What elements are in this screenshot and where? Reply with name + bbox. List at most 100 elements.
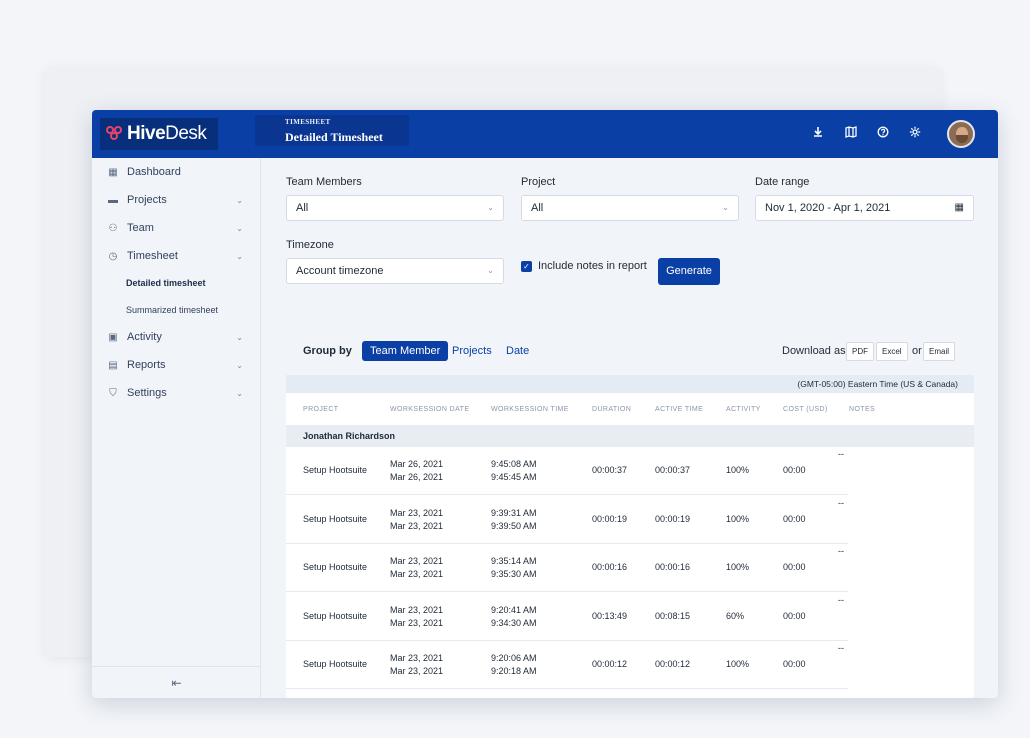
cell-date: Mar 23, 2021 Mar 23, 2021 bbox=[390, 604, 443, 630]
page-header: TIMESHEET Detailed Timesheet bbox=[255, 115, 409, 146]
sidebar-item-reports[interactable]: ▤ Reports ⌄ bbox=[92, 354, 261, 376]
sidebar-item-dashboard[interactable]: ▦ Dashboard bbox=[92, 161, 261, 183]
settings-icon[interactable] bbox=[908, 126, 922, 140]
cell-line: 9:35:14 AM bbox=[491, 556, 537, 566]
cell-line: 9:39:50 AM bbox=[491, 520, 537, 531]
column-header-worksession-date[interactable]: WORKSESSION DATE bbox=[390, 406, 469, 413]
sidebar-item-label: Settings bbox=[127, 387, 167, 399]
sidebar-subitem-summarized-timesheet[interactable]: Summarized timesheet bbox=[126, 305, 218, 315]
column-header-active-time[interactable]: ACTIVE TIME bbox=[655, 406, 703, 413]
cell-duration: 00:00:16 bbox=[592, 562, 628, 572]
column-header-notes[interactable]: NOTES bbox=[849, 406, 875, 413]
sidebar-item-label: Dashboard bbox=[127, 166, 181, 178]
download-excel-button[interactable]: Excel bbox=[876, 342, 908, 361]
cell-project: Setup Hootsuite bbox=[303, 610, 368, 621]
project-label: Project bbox=[521, 176, 556, 188]
cell-duration: 00:00:19 bbox=[592, 513, 628, 524]
top-bar: HiveDesk TIMESHEET Detailed Timesheet bbox=[92, 110, 998, 158]
collapse-icon: ⇤ bbox=[171, 676, 182, 690]
sidebar-item-projects[interactable]: ▬ Projects ⌄ bbox=[92, 189, 261, 211]
date-range-label: Date range bbox=[755, 176, 810, 188]
cell-active: 00:00:37 bbox=[655, 465, 691, 475]
dashboard-icon: ▦ bbox=[108, 166, 118, 178]
column-header-project[interactable]: PROJECT bbox=[303, 406, 338, 413]
sidebar-item-timesheet[interactable]: ◷ Timesheet ⌄ bbox=[92, 245, 261, 267]
chevron-up-icon: ⌄ bbox=[236, 251, 243, 261]
cell-project: Setup Hootsuite bbox=[303, 659, 368, 669]
reports-icon: ▤ bbox=[108, 359, 118, 371]
cell-duration: 00:00:37 bbox=[592, 465, 628, 475]
help-icon[interactable] bbox=[876, 126, 890, 140]
include-notes-label: Include notes in report bbox=[538, 260, 647, 272]
cell-cost: 00:00 bbox=[783, 659, 806, 669]
sidebar-item-label: Projects bbox=[127, 194, 167, 206]
chevron-down-icon: ⌄ bbox=[487, 203, 494, 212]
sidebar-item-settings[interactable]: ⛉ Settings ⌄ bbox=[92, 382, 261, 404]
timezone-value: Account timezone bbox=[296, 265, 384, 277]
cell-project: Setup Hootsuite bbox=[303, 465, 368, 475]
download-icon[interactable] bbox=[811, 126, 825, 140]
team-members-select[interactable]: All ⌄ bbox=[286, 195, 504, 221]
cell-time: 9:20:41 AM 9:34:30 AM bbox=[491, 604, 537, 630]
shield-icon: ⛉ bbox=[109, 387, 117, 399]
cell-line: Mar 23, 2021 bbox=[390, 617, 444, 628]
date-range-input[interactable]: Nov 1, 2020 - Apr 1, 2021 ▦ bbox=[755, 195, 974, 221]
cell-notes: -- bbox=[838, 594, 844, 605]
group-by-date-tab[interactable]: Date bbox=[506, 341, 529, 361]
table-row[interactable]: Setup Hootsuite Mar 23, 2021 Mar 23, 2021 9… bbox=[286, 641, 848, 689]
table-row[interactable]: Setup Hootsuite Mar 23, 2021 Mar 23, 2021 9… bbox=[286, 593, 848, 641]
avatar[interactable] bbox=[947, 120, 975, 148]
cell-date: Mar 23, 2021 Mar 23, 2021 bbox=[390, 555, 443, 581]
activity-icon: ▣ bbox=[108, 331, 118, 343]
cell-active: 00:00:19 bbox=[655, 513, 691, 524]
timezone-label: Timezone bbox=[286, 239, 334, 251]
sidebar-item-activity[interactable]: ▣ Activity ⌄ bbox=[92, 326, 261, 348]
download-pdf-button[interactable]: PDF bbox=[846, 342, 874, 361]
sidebar-item-team[interactable]: ⚇ Team ⌄ bbox=[92, 217, 261, 239]
cell-project: Setup Hootsuite bbox=[303, 513, 368, 524]
column-header-activity[interactable]: ACTIVITY bbox=[726, 406, 761, 413]
or-label: or bbox=[912, 345, 922, 357]
cell-line: Mar 23, 2021 bbox=[390, 556, 444, 566]
generate-button[interactable]: Generate bbox=[658, 258, 720, 285]
team-members-value: All bbox=[296, 202, 309, 214]
cell-notes: -- bbox=[838, 546, 844, 556]
map-icon[interactable] bbox=[844, 126, 858, 140]
column-header-cost[interactable]: COST (USD) bbox=[783, 406, 828, 413]
table-row[interactable]: Setup Hootsuite Mar 23, 2021 Mar 23, 2021 9… bbox=[286, 496, 848, 544]
cell-line: Mar 23, 2021 bbox=[390, 507, 444, 518]
email-button[interactable]: Email bbox=[923, 342, 956, 361]
cell-notes: -- bbox=[838, 497, 844, 508]
cell-line: Mar 23, 2021 bbox=[390, 604, 444, 615]
cell-activity: 100% bbox=[726, 513, 750, 524]
calendar-icon[interactable]: ▦ bbox=[955, 196, 964, 220]
table-row[interactable]: Setup Hootsuite Mar 26, 2021 Mar 26, 2021 9… bbox=[286, 447, 848, 495]
report-panel: Group by Team Member Projects Date Downl… bbox=[286, 335, 974, 698]
collapse-sidebar-button[interactable]: ⇤ bbox=[92, 666, 261, 698]
project-value: All bbox=[531, 202, 544, 214]
sidebar-item-label: Activity bbox=[127, 331, 162, 343]
download-as-label: Download as bbox=[782, 345, 846, 357]
logo[interactable]: HiveDesk bbox=[100, 118, 218, 150]
brand-regular: Desk bbox=[165, 123, 207, 144]
cell-line: 9:20:41 AM bbox=[491, 604, 537, 615]
cell-time: 9:45:08 AM 9:45:45 AM bbox=[491, 458, 537, 484]
cell-activity: 100% bbox=[726, 465, 750, 475]
cell-active: 00:08:15 bbox=[655, 610, 691, 621]
date-range-value: Nov 1, 2020 - Apr 1, 2021 bbox=[765, 202, 891, 214]
include-notes-checkbox[interactable]: ✓ bbox=[521, 261, 532, 272]
table-row[interactable]: Setup Hootsuite Mar 23, 2021 Mar 23, 2021 9… bbox=[286, 544, 848, 592]
chevron-down-icon: ⌄ bbox=[236, 388, 243, 398]
folder-icon: ▬ bbox=[108, 194, 118, 206]
team-members-label: Team Members bbox=[286, 176, 362, 188]
cell-line: Mar 23, 2021 bbox=[390, 569, 444, 579]
group-by-team-member-tab[interactable]: Team Member bbox=[362, 341, 449, 361]
sidebar-subitem-detailed-timesheet[interactable]: Detailed timesheet bbox=[126, 278, 206, 288]
column-header-worksession-time[interactable]: WORKSESSION TIME bbox=[491, 406, 569, 413]
project-select[interactable]: All ⌄ bbox=[521, 195, 739, 221]
cell-line: Mar 23, 2021 bbox=[390, 520, 444, 531]
timezone-select[interactable]: Account timezone ⌄ bbox=[286, 258, 504, 284]
group-by-projects-tab[interactable]: Projects bbox=[452, 341, 492, 361]
section-label: TIMESHEET bbox=[285, 118, 331, 126]
column-header-duration[interactable]: DURATION bbox=[592, 406, 631, 413]
